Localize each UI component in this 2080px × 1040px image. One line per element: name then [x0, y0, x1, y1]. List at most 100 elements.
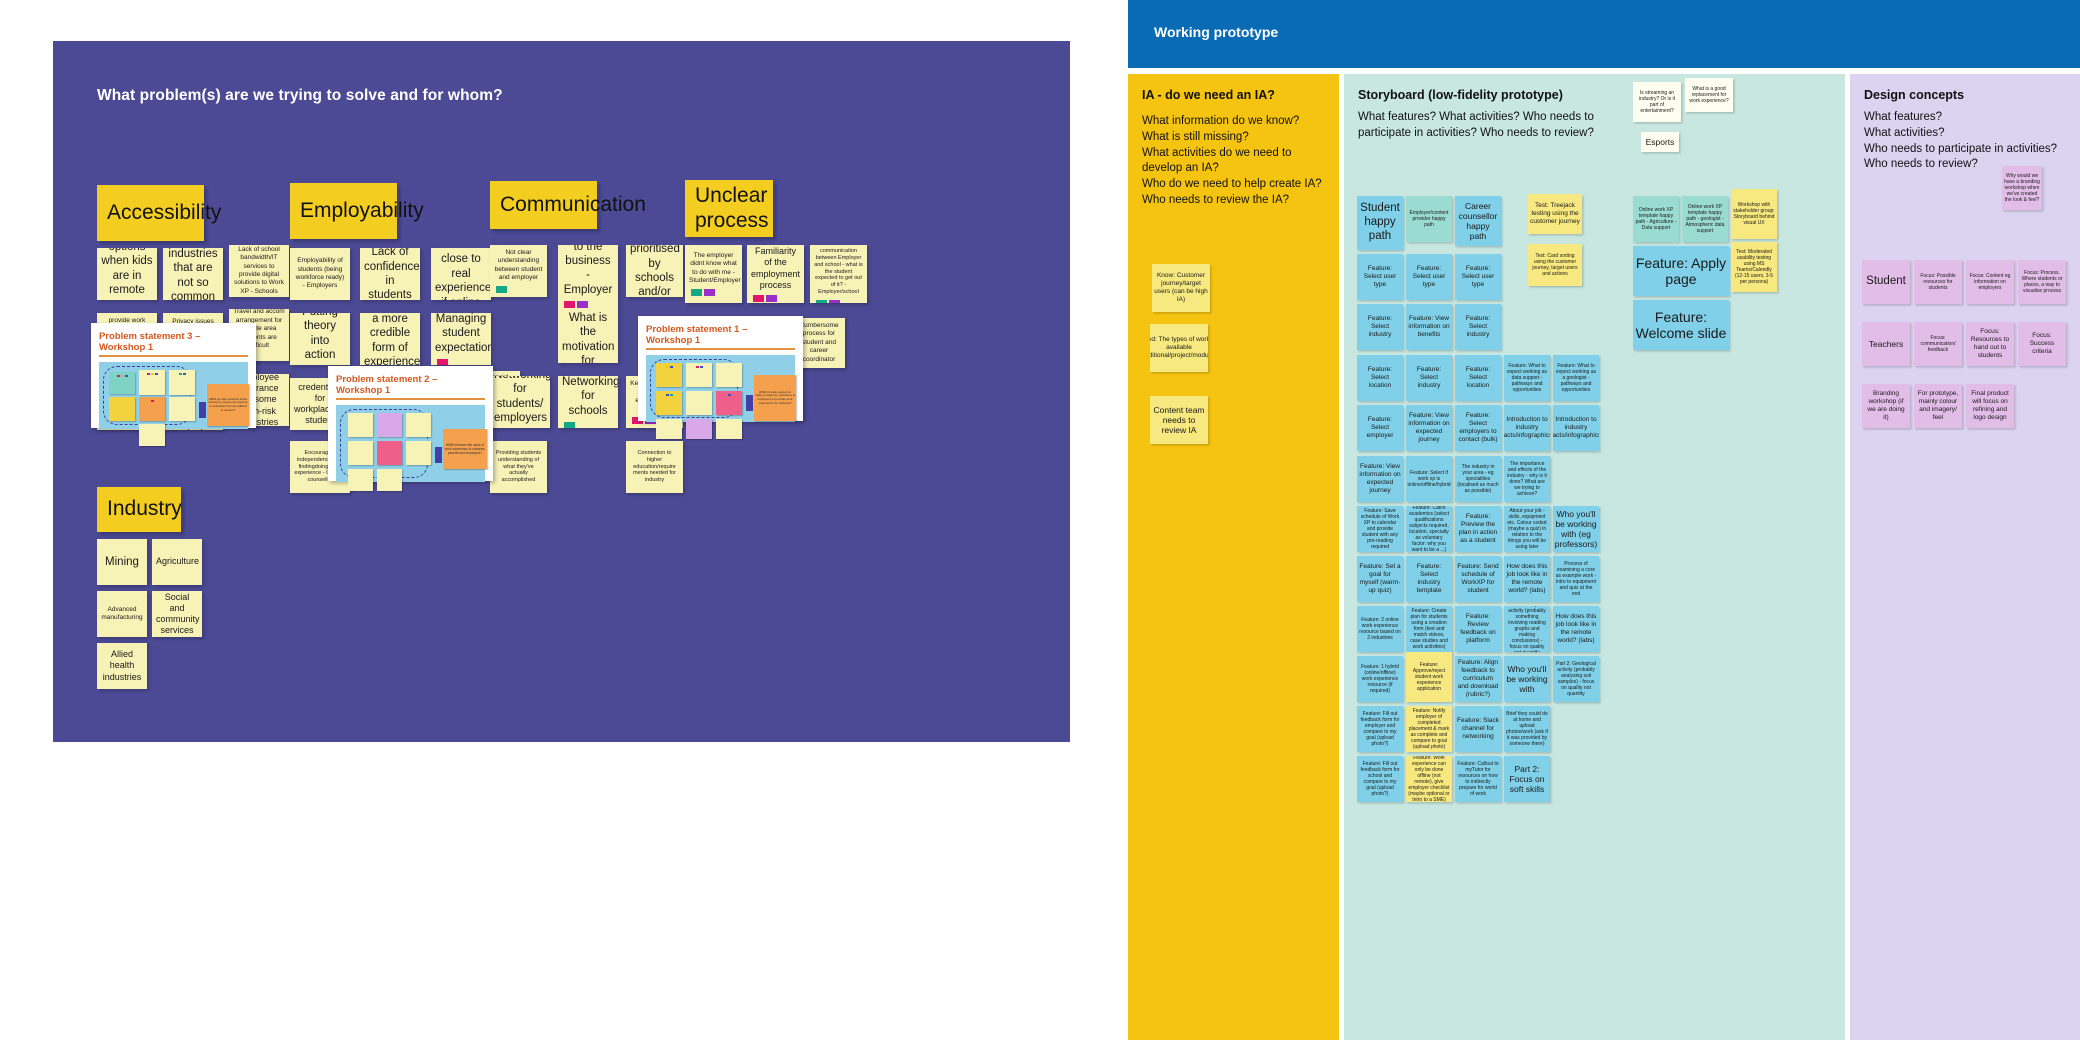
sb-note-test-cardsort[interactable]: Test: Card sorting using the customer jo… — [1528, 244, 1582, 286]
sb-note-mytutor-callout[interactable]: Feature: Callout to myTutor for resource… — [1455, 756, 1501, 802]
sb-note-set-goal[interactable]: Feature: Set a goal for myself (warm-up … — [1357, 556, 1403, 602]
sb-note-view-expected-journey-1[interactable]: Feature: View information on expected jo… — [1406, 405, 1452, 451]
ia-note-2[interactable]: Need: The types of work xp available (tr… — [1150, 324, 1208, 372]
dc-note-focus-handout[interactable]: Focus: Resources to hand out to students — [1966, 322, 2014, 366]
note-unclear-3[interactable]: Lack of communication between Employer a… — [810, 245, 867, 303]
note-communication-5[interactable]: Networking for students/ employers — [490, 376, 550, 428]
dc-note-prototype-colour[interactable]: For prototype, mainly colour and imagery… — [1914, 384, 1962, 428]
sb-note-send-schedule[interactable]: Feature: Send schedule of WorkXP for stu… — [1455, 556, 1501, 602]
sb-note-career-counsellor[interactable]: Career counsellor happy path — [1455, 196, 1501, 246]
note-employability-6[interactable]: Providing a more credible form of experi… — [360, 313, 420, 365]
sb-note-feature-select-location-2[interactable]: Feature: Select location — [1455, 355, 1501, 401]
sb-note-feature-select-user-type-2[interactable]: Feature: Select user type — [1406, 254, 1452, 300]
sb-note-employer-happy-path[interactable]: Employer/content provider happy path — [1406, 196, 1452, 242]
sb-note-slack-channel[interactable]: Feature: Slack channel for networking — [1455, 706, 1501, 752]
sb-note-stakeholder-workshop[interactable]: Workshop with stakeholder group: Storybo… — [1731, 189, 1777, 239]
dc-note-focus-communication[interactable]: Focus: communication/ feedback — [1914, 322, 1962, 366]
sb-note-notify-employer[interactable]: Feature: Notify employer of completed pl… — [1406, 706, 1452, 752]
note-accessibility-3[interactable]: Lack of school bandwidth/IT services to … — [229, 245, 289, 297]
sb-note-about-your-job[interactable]: About your job - skills, equipment etc. … — [1504, 506, 1550, 552]
dc-note-focus-process[interactable]: Focus: Process. Where students or places… — [2018, 260, 2066, 304]
sb-note-hybrid-resource[interactable]: Feature: 1 hybrid (online/offline) work … — [1357, 656, 1403, 702]
sb-note-catch-academics[interactable]: Feature: Catch academics (select qualifi… — [1406, 506, 1452, 552]
sb-note-feature-select-location-1[interactable]: Feature: Select location — [1357, 355, 1403, 401]
sb-note-feature-view-benefits[interactable]: Feature: View information on benefits — [1406, 304, 1452, 350]
sb-note-online-agriculture[interactable]: Online work XP template happy path - Agr… — [1633, 196, 1679, 242]
note-employability-7[interactable]: Managing student expectations — [431, 313, 491, 365]
category-communication[interactable]: Communication — [490, 181, 646, 229]
sb-note-who-you-work-with-2[interactable]: Who you'll be working with — [1504, 656, 1550, 702]
sb-note-approve-reject[interactable]: Feature: Approve/reject student work exp… — [1406, 652, 1452, 702]
sb-note-feature-apply-page[interactable]: Feature: Apply page — [1633, 246, 1729, 296]
sb-note-feature-select-industry-2[interactable]: Feature: Select industry — [1455, 304, 1501, 350]
sb-note-part2-soft-skills[interactable]: Part 2: Focus on soft skills — [1504, 756, 1550, 802]
note-industry-5[interactable]: Allied health industries — [97, 643, 147, 689]
note-unclear-1[interactable]: The employer didnt know what to do with … — [685, 245, 742, 303]
sb-note-who-you-work-with[interactable]: Who you'll be working with (eg professor… — [1553, 506, 1599, 552]
dc-note-teachers[interactable]: Teachers — [1862, 322, 1910, 366]
sb-note-feedback-employer[interactable]: Feature: Fill out feedback form for empl… — [1357, 706, 1403, 752]
note-communication-4[interactable]: Less prioritised by schools and/or paren… — [626, 245, 683, 297]
sb-note-view-expected-journey-2[interactable]: Feature: View information on expected jo… — [1357, 456, 1403, 502]
ia-note-3[interactable]: Content team needs to review IA — [1150, 396, 1208, 444]
note-industry-4[interactable]: Social and community services — [152, 591, 202, 637]
sb-note-examining-core[interactable]: Process of examining a core as example w… — [1553, 556, 1599, 602]
category-industry[interactable]: Industry — [97, 487, 182, 532]
note-communication-6[interactable]: Networking for schools — [558, 376, 618, 428]
dc-note-focus-success[interactable]: Focus: Success criteria — [2018, 322, 2066, 366]
note-accessibility-2[interactable]: Access to industries that are not so com… — [163, 248, 223, 300]
sb-note-save-schedule[interactable]: Feature: Save schedule of Work XP to cal… — [1357, 506, 1403, 552]
sb-note-geo-activity[interactable]: Part 2: Geological activity (probably an… — [1553, 656, 1599, 702]
note-communication-2[interactable]: Benefits to the business - Employer What… — [558, 245, 618, 363]
note-communication-1[interactable]: Not clear understanding between student … — [490, 245, 547, 297]
sb-note-feature-select-industry-1[interactable]: Feature: Select industry — [1357, 304, 1403, 350]
sb-note-data-analyst-activity[interactable]: Data analyst activity (probably somethin… — [1504, 606, 1550, 652]
sb-note-good-replacement[interactable]: What is a good replacement for work expe… — [1685, 78, 1733, 112]
sb-note-feature-select-industry-3[interactable]: Feature: Select industry — [1406, 355, 1452, 401]
sb-note-intro-industry-1[interactable]: Introduction to industry (facts/infograp… — [1504, 405, 1550, 451]
note-accessibility-1[interactable]: Lack of options when kids are in remote … — [97, 248, 157, 300]
sb-note-offline-only[interactable]: Feature: Work experience can only be don… — [1406, 756, 1452, 802]
note-communication-8[interactable]: Providing students understanding of what… — [490, 441, 547, 493]
note-employability-3[interactable]: Provide close to real experience if onli… — [431, 248, 491, 300]
sb-note-what-to-expect-data[interactable]: Feature: What to expect working as data … — [1504, 355, 1550, 401]
category-accessibility[interactable]: Accessibility — [97, 185, 221, 241]
sb-note-create-plan[interactable]: Feature: Create plan for students using … — [1406, 606, 1452, 652]
note-employability-2[interactable]: Lack of confidence in students — [360, 248, 420, 300]
note-industry-1[interactable]: Mining — [97, 539, 147, 585]
sb-note-review-feedback[interactable]: Feature: Review feedback on platform — [1455, 606, 1501, 652]
workshop-card-1[interactable]: Problem statement 1 – Workshop 1 HMW pro… — [638, 316, 803, 439]
sb-note-select-industry-template[interactable]: Feature: Select industry template — [1406, 556, 1452, 602]
sb-note-brief-at-home[interactable]: Brief they could do at home and upload p… — [1504, 706, 1550, 752]
sb-note-feature-welcome-slide[interactable]: Feature: Welcome slide — [1633, 300, 1729, 350]
dc-note-focus-content[interactable]: Focus: Content eg information on employe… — [1966, 260, 2014, 304]
ia-note-1[interactable]: Know: Customer journey/target users (can… — [1152, 264, 1210, 312]
sb-note-select-online-offline[interactable]: Feature: Select if work xp is online/off… — [1406, 456, 1452, 502]
sb-note-what-to-expect-geo[interactable]: Feature: What to expect working as a geo… — [1553, 355, 1599, 401]
sb-note-test-treejack[interactable]: Test: Treejack testing using the custome… — [1528, 194, 1582, 234]
sb-note-feedback-school[interactable]: Feature: Fill out feedback form for scho… — [1357, 756, 1403, 802]
sb-note-select-employers-bulk[interactable]: Feature: Select employers to contact (bu… — [1455, 405, 1501, 451]
dc-note-student[interactable]: Student — [1862, 260, 1910, 304]
sb-note-student-happy-path[interactable]: Student happy path — [1357, 196, 1403, 250]
workshop-card-2[interactable]: Problem statement 2 – Workshop 1 HMW enh… — [328, 366, 493, 491]
sb-note-intro-industry-2[interactable]: Introduction to industry (facts/infograp… — [1553, 405, 1599, 451]
workshop-card-3[interactable]: Problem statement 3 – Workshop 1 HMW pro… — [91, 323, 256, 446]
dc-note-branding-question[interactable]: Why would we have a branding workshop wh… — [2002, 166, 2042, 210]
sb-note-industry-in-area[interactable]: The industry in your area - eg specialit… — [1455, 456, 1501, 502]
note-industry-3[interactable]: Advanced manufacturing — [97, 591, 147, 637]
category-employability[interactable]: Employability — [290, 183, 424, 239]
category-unclear-process[interactable]: Unclear process — [685, 180, 773, 237]
dc-note-final-product[interactable]: Final product will focus on refining and… — [1966, 384, 2014, 428]
dc-note-branding-workshop[interactable]: Branding workshop (if we are doing it) — [1862, 384, 1910, 428]
note-industry-2[interactable]: Agriculture — [152, 539, 202, 585]
sb-note-online-geologist[interactable]: Online work XP template happy path - geo… — [1682, 196, 1728, 242]
sb-note-feature-select-employer[interactable]: Feature: Select employer — [1357, 405, 1403, 451]
sb-note-align-feedback[interactable]: Feature: Align feedback to curriculum an… — [1455, 656, 1501, 702]
note-employability-1[interactable]: Employability of students (being workfor… — [290, 248, 350, 300]
note-communication-9[interactable]: Connection to higher education/require m… — [626, 441, 683, 493]
sb-note-feature-select-user-type-1[interactable]: Feature: Select user type — [1357, 254, 1403, 300]
sb-note-esports[interactable]: Esports — [1641, 132, 1679, 152]
sb-note-feature-select-user-type-3[interactable]: Feature: Select user type — [1455, 254, 1501, 300]
sb-note-streaming-industry[interactable]: Is streaming an industry? Or is it part … — [1633, 82, 1681, 122]
